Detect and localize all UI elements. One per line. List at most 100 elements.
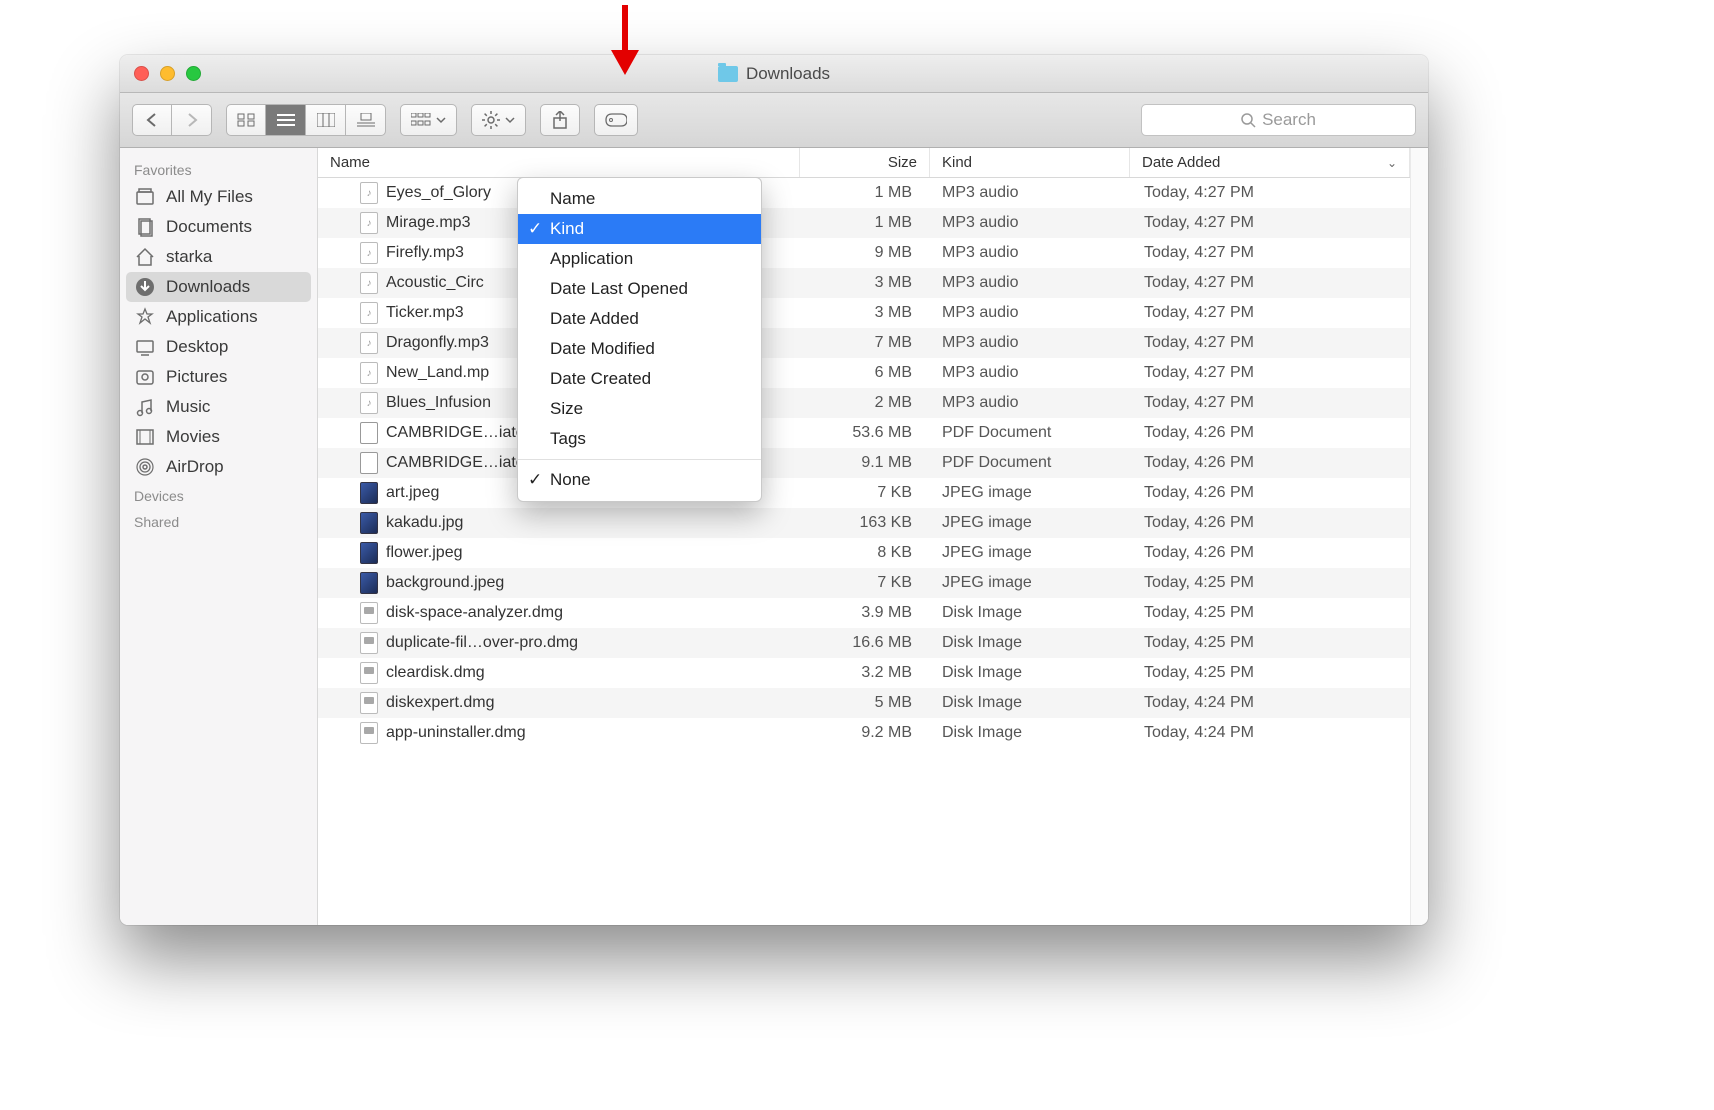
file-icon: [360, 482, 378, 504]
sidebar-item-movies[interactable]: Movies: [120, 422, 317, 452]
column-kind[interactable]: Kind: [930, 148, 1130, 177]
arrange-button[interactable]: [400, 104, 457, 136]
sidebar-item-label: All My Files: [166, 187, 253, 207]
view-column-button[interactable]: [306, 104, 346, 136]
sidebar-item-all-my-files[interactable]: All My Files: [120, 182, 317, 212]
view-list-button[interactable]: [266, 104, 306, 136]
file-row[interactable]: CAMBRIDGE…iate_Work.pdf9.1 MBPDF Documen…: [318, 448, 1410, 478]
sidebar-item-desktop[interactable]: Desktop: [120, 332, 317, 362]
file-icon: [360, 632, 378, 654]
menu-item-tags[interactable]: Tags: [518, 424, 761, 454]
forward-button[interactable]: [172, 104, 212, 136]
file-row[interactable]: cleardisk.dmg3.2 MBDisk ImageToday, 4:25…: [318, 658, 1410, 688]
file-row[interactable]: disk-space-analyzer.dmg3.9 MBDisk ImageT…: [318, 598, 1410, 628]
file-row[interactable]: New_Land.mp6 MBMP3 audioToday, 4:27 PM: [318, 358, 1410, 388]
menu-item-application[interactable]: Application: [518, 244, 761, 274]
file-name: Firefly.mp3: [386, 244, 464, 262]
file-date: Today, 4:25 PM: [1130, 634, 1410, 652]
check-icon: ✓: [528, 219, 542, 239]
file-row[interactable]: duplicate-fil…over-pro.dmg16.6 MBDisk Im…: [318, 628, 1410, 658]
column-name[interactable]: Name: [318, 148, 800, 177]
view-coverflow-button[interactable]: [346, 104, 386, 136]
menu-item-name[interactable]: Name: [518, 184, 761, 214]
menu-item-size[interactable]: Size: [518, 394, 761, 424]
file-row[interactable]: Ticker.mp33 MBMP3 audioToday, 4:27 PM: [318, 298, 1410, 328]
file-row[interactable]: Dragonfly.mp37 MBMP3 audioToday, 4:27 PM: [318, 328, 1410, 358]
view-icon-button[interactable]: [226, 104, 266, 136]
file-date: Today, 4:26 PM: [1130, 484, 1410, 502]
back-button[interactable]: [132, 104, 172, 136]
sidebar-item-pictures[interactable]: Pictures: [120, 362, 317, 392]
file-size: 3 MB: [800, 304, 930, 322]
file-icon: [360, 572, 378, 594]
file-row[interactable]: Firefly.mp39 MBMP3 audioToday, 4:27 PM: [318, 238, 1410, 268]
file-name: app-uninstaller.dmg: [386, 724, 526, 742]
file-row[interactable]: Blues_Infusion2 MBMP3 audioToday, 4:27 P…: [318, 388, 1410, 418]
file-row[interactable]: kakadu.jpg163 KBJPEG imageToday, 4:26 PM: [318, 508, 1410, 538]
file-date: Today, 4:27 PM: [1130, 274, 1410, 292]
downloads-icon: [134, 276, 156, 298]
menu-item-date-last-opened[interactable]: Date Last Opened: [518, 274, 761, 304]
file-row[interactable]: Acoustic_Circ3 MBMP3 audioToday, 4:27 PM: [318, 268, 1410, 298]
sidebar-item-label: Pictures: [166, 367, 227, 387]
action-button[interactable]: [471, 104, 526, 136]
file-kind: MP3 audio: [930, 334, 1130, 352]
file-kind: MP3 audio: [930, 304, 1130, 322]
sidebar-section-header: Devices: [120, 482, 317, 508]
file-size: 6 MB: [800, 364, 930, 382]
sidebar-item-label: Downloads: [166, 277, 250, 297]
file-size: 9.1 MB: [800, 454, 930, 472]
file-size: 1 MB: [800, 214, 930, 232]
file-row[interactable]: diskexpert.dmg5 MBDisk ImageToday, 4:24 …: [318, 688, 1410, 718]
search-placeholder: Search: [1262, 110, 1316, 130]
file-list[interactable]: Eyes_of_Glory1 MBMP3 audioToday, 4:27 PM…: [318, 178, 1410, 925]
file-row[interactable]: art.jpeg7 KBJPEG imageToday, 4:26 PM: [318, 478, 1410, 508]
column-date-added[interactable]: Date Added⌄: [1130, 148, 1410, 177]
file-size: 2 MB: [800, 394, 930, 412]
pictures-icon: [134, 366, 156, 388]
column-size[interactable]: Size: [800, 148, 930, 177]
tags-button[interactable]: [594, 104, 638, 136]
file-row[interactable]: flower.jpeg8 KBJPEG imageToday, 4:26 PM: [318, 538, 1410, 568]
file-date: Today, 4:24 PM: [1130, 694, 1410, 712]
search-input[interactable]: Search: [1141, 104, 1416, 136]
titlebar[interactable]: Downloads: [120, 55, 1428, 93]
search-icon: [1241, 113, 1256, 128]
file-icon: [360, 362, 378, 384]
menu-item-none[interactable]: ✓None: [518, 465, 761, 495]
fullscreen-button[interactable]: [186, 66, 201, 81]
file-kind: Disk Image: [930, 694, 1130, 712]
chevron-down-icon: ⌄: [1387, 156, 1397, 170]
menu-item-date-modified[interactable]: Date Modified: [518, 334, 761, 364]
minimize-button[interactable]: [160, 66, 175, 81]
file-row[interactable]: background.jpeg7 KBJPEG imageToday, 4:25…: [318, 568, 1410, 598]
menu-item-date-created[interactable]: Date Created: [518, 364, 761, 394]
music-icon: [134, 396, 156, 418]
file-row[interactable]: CAMBRIDGE…iate_Stud.pdf53.6 MBPDF Docume…: [318, 418, 1410, 448]
sidebar-item-starka[interactable]: starka: [120, 242, 317, 272]
close-button[interactable]: [134, 66, 149, 81]
sidebar-item-label: Desktop: [166, 337, 228, 357]
file-icon: [360, 662, 378, 684]
share-button[interactable]: [540, 104, 580, 136]
file-kind: JPEG image: [930, 574, 1130, 592]
menu-item-label: None: [550, 470, 591, 490]
file-row[interactable]: Mirage.mp31 MBMP3 audioToday, 4:27 PM: [318, 208, 1410, 238]
file-icon: [360, 332, 378, 354]
desktop-icon: [134, 336, 156, 358]
sidebar-item-downloads[interactable]: Downloads: [126, 272, 311, 302]
scrollbar[interactable]: [1410, 148, 1428, 925]
airdrop-icon: [134, 456, 156, 478]
file-icon: [360, 542, 378, 564]
sidebar-item-applications[interactable]: Applications: [120, 302, 317, 332]
file-icon: [360, 212, 378, 234]
toolbar: Search: [120, 93, 1428, 148]
file-row[interactable]: app-uninstaller.dmg9.2 MBDisk ImageToday…: [318, 718, 1410, 748]
file-icon: [360, 392, 378, 414]
menu-item-kind[interactable]: ✓Kind: [518, 214, 761, 244]
sidebar-item-airdrop[interactable]: AirDrop: [120, 452, 317, 482]
menu-item-date-added[interactable]: Date Added: [518, 304, 761, 334]
sidebar-item-music[interactable]: Music: [120, 392, 317, 422]
sidebar-item-documents[interactable]: Documents: [120, 212, 317, 242]
file-row[interactable]: Eyes_of_Glory1 MBMP3 audioToday, 4:27 PM: [318, 178, 1410, 208]
